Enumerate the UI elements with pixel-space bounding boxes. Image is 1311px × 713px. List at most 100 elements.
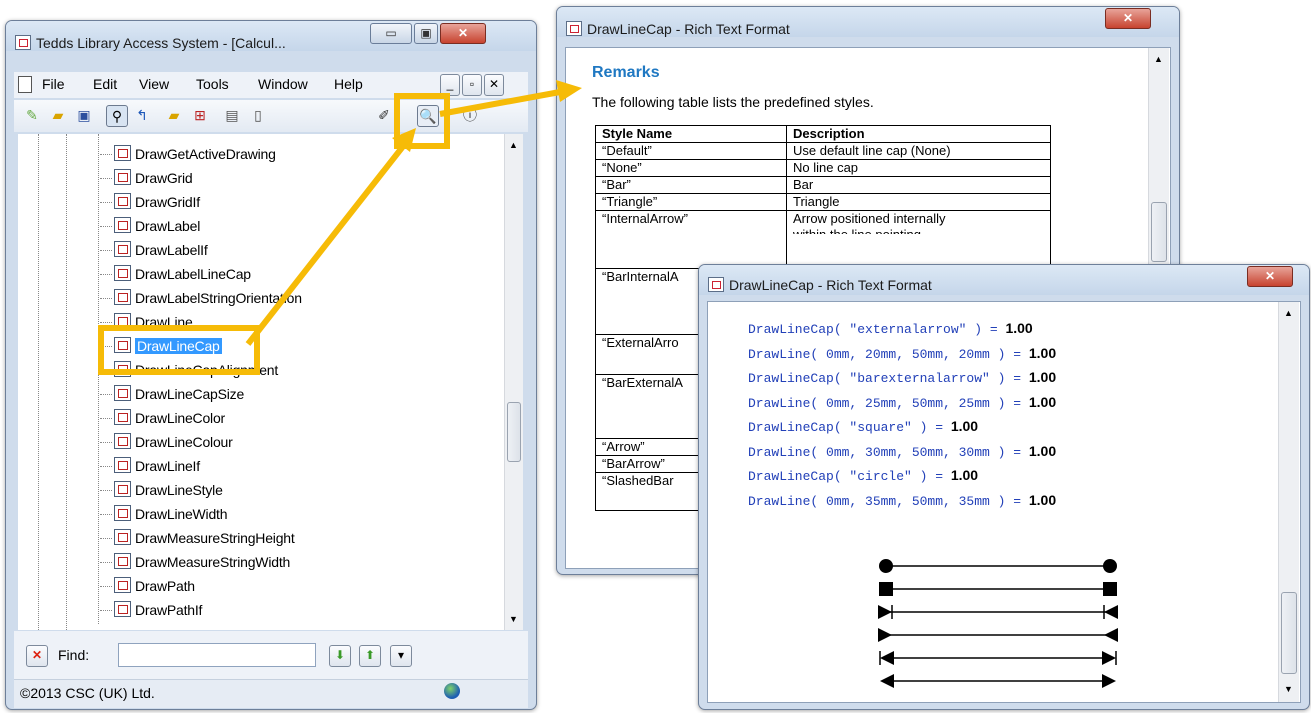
find-input[interactable] (118, 643, 316, 667)
scroll-up-icon[interactable]: ▲ (1154, 54, 1163, 64)
rtf-document: DrawLineCap( "externalarrow" ) = 1.00 Dra… (707, 301, 1301, 703)
tree-connector (100, 418, 112, 419)
find-bar: ✕ Find: ⬇ ⬆ ▾ (14, 631, 528, 679)
tree-item-label: DrawLabelStringOrientation (135, 290, 302, 306)
find-binoculars-icon[interactable]: ⚲ (106, 105, 128, 127)
mdi-restore-button[interactable]: ▫ (462, 74, 482, 96)
folder-icon[interactable]: ▰ (164, 105, 184, 125)
code-line: DrawLineCap( "circle" ) = 1.00 (748, 467, 978, 484)
open-folder-icon[interactable]: ▰ (48, 105, 68, 125)
tree-item[interactable]: DrawLabelStringOrientation (100, 287, 302, 309)
title-bar[interactable]: DrawLineCap - Rich Text Format ✕ (699, 265, 1309, 295)
properties-icon[interactable]: ▤ (222, 105, 242, 125)
save-icon[interactable]: ▣ (74, 105, 94, 125)
function-icon (114, 169, 131, 185)
find-previous-icon[interactable]: ⬆ (359, 645, 381, 667)
minimize-button[interactable]: ▭ (370, 23, 412, 44)
tree-item[interactable]: DrawLabelLineCap (100, 263, 251, 285)
scroll-up-icon[interactable]: ▲ (1284, 308, 1293, 318)
tree-item-label: DrawLineColor (135, 410, 225, 426)
code-result: 1.00 (950, 467, 979, 483)
tree-item[interactable]: DrawLineColour (100, 431, 233, 453)
title-bar[interactable]: Tedds Library Access System - [Calcul...… (6, 21, 536, 51)
tree-item[interactable]: DrawPathIf (100, 599, 203, 621)
scroll-thumb[interactable] (507, 402, 521, 462)
tree-item-label: DrawLineCapSize (135, 386, 245, 402)
scroll-down-icon[interactable]: ▼ (1284, 684, 1293, 694)
tree-item[interactable]: DrawGridIf (100, 191, 200, 213)
maximize-button[interactable]: ▣ (414, 23, 438, 44)
tree-connector (100, 274, 112, 275)
tree-connector (100, 538, 112, 539)
tree-item[interactable]: DrawLineIf (100, 455, 200, 477)
rtf-scrollbar[interactable]: ▲ ▼ (1278, 302, 1299, 702)
internal-arrow-cap (1102, 674, 1116, 688)
menu-tools[interactable]: Tools (196, 76, 229, 92)
table-row: “Default” Use default line cap (None) (595, 142, 1051, 160)
close-button[interactable]: ✕ (440, 23, 486, 44)
tree-item[interactable]: DrawLabel (100, 215, 200, 237)
mdi-close-button[interactable]: ✕ (484, 74, 504, 96)
tree-item[interactable]: DrawMeasureStringWidth (100, 551, 290, 573)
title-bar[interactable]: DrawLineCap - Rich Text Format ✕ (557, 7, 1179, 37)
tree-item[interactable]: DrawLineStyle (100, 479, 223, 501)
library-tree[interactable]: DrawGetActiveDrawing DrawGrid DrawGridIf Dr… (18, 134, 523, 630)
info-icon[interactable]: ⓘ (460, 105, 480, 125)
circle-cap (1103, 559, 1117, 573)
tree-connector (100, 250, 112, 251)
document-icon[interactable] (18, 76, 32, 93)
scroll-up-icon[interactable]: ▲ (509, 140, 518, 150)
code-result: 1.00 (1028, 393, 1057, 410)
up-level-icon[interactable]: ↰ (132, 105, 152, 125)
tree-item-label: DrawLabelIf (135, 242, 208, 258)
scroll-thumb[interactable] (1151, 202, 1167, 262)
menu-view[interactable]: View (139, 76, 169, 92)
line-cap-preview (878, 559, 1118, 688)
find-options-icon[interactable]: ▾ (390, 645, 412, 667)
code-expression: DrawLine( 0mm, 30mm, 50mm, 30mm ) = (748, 444, 1029, 460)
tree-item[interactable]: DrawMeasureStringHeight (100, 527, 295, 549)
wand-icon[interactable]: ✎ (22, 105, 42, 125)
pen-icon[interactable]: ✐ (374, 105, 394, 125)
code-line: DrawLine( 0mm, 30mm, 50mm, 30mm ) = 1.00 (748, 443, 1056, 460)
tree-item[interactable]: DrawLabelIf (100, 239, 208, 261)
tree-guide (38, 134, 39, 630)
code-expression: DrawLine( 0mm, 25mm, 50mm, 25mm ) = (748, 395, 1029, 411)
tree-item[interactable]: DrawGetActiveDrawing (100, 143, 276, 165)
tedds-library-window: Tedds Library Access System - [Calcul...… (5, 20, 537, 710)
style-name: “Triangle” (595, 193, 787, 211)
code-expression: DrawLine( 0mm, 20mm, 50mm, 20mm ) = (748, 346, 1029, 362)
tree-connector (100, 226, 112, 227)
table-row: “None” No line cap (595, 159, 1051, 177)
menu-help[interactable]: Help (334, 76, 363, 92)
tree-item[interactable]: DrawLineCapSize (100, 383, 245, 405)
remarks-heading: Remarks (592, 64, 660, 81)
close-find-icon[interactable]: ✕ (26, 645, 48, 667)
tree-scrollbar[interactable]: ▲ ▼ (504, 134, 523, 630)
find-next-icon[interactable]: ⬇ (329, 645, 351, 667)
code-line: DrawLineCap( "square" ) = 1.00 (748, 418, 978, 435)
code-result: 1.00 (1005, 320, 1033, 336)
menu-window[interactable]: Window (258, 76, 308, 92)
menu-file[interactable]: File (42, 76, 65, 92)
tree-item-label: DrawPathIf (135, 602, 203, 618)
tree-connector (100, 562, 112, 563)
tree-item[interactable]: DrawPath (100, 575, 195, 597)
tree-item[interactable]: DrawLineColor (100, 407, 225, 429)
selected-item-highlight (98, 325, 260, 375)
tedds-app-icon (15, 35, 31, 50)
menu-edit[interactable]: Edit (93, 76, 117, 92)
document-icon[interactable]: ▯ (248, 105, 268, 125)
square-cap (1103, 582, 1117, 596)
function-icon (114, 601, 131, 617)
external-arrow-cap (1104, 605, 1118, 619)
function-icon (114, 193, 131, 209)
scroll-down-icon[interactable]: ▼ (509, 614, 518, 624)
close-button[interactable]: ✕ (1105, 8, 1151, 29)
square-cap (879, 582, 893, 596)
tree-item[interactable]: DrawGrid (100, 167, 193, 189)
tree-item[interactable]: DrawLineWidth (100, 503, 228, 525)
tree-icon[interactable]: ⊞ (190, 105, 210, 125)
close-button[interactable]: ✕ (1247, 266, 1293, 287)
scroll-thumb[interactable] (1281, 592, 1297, 674)
